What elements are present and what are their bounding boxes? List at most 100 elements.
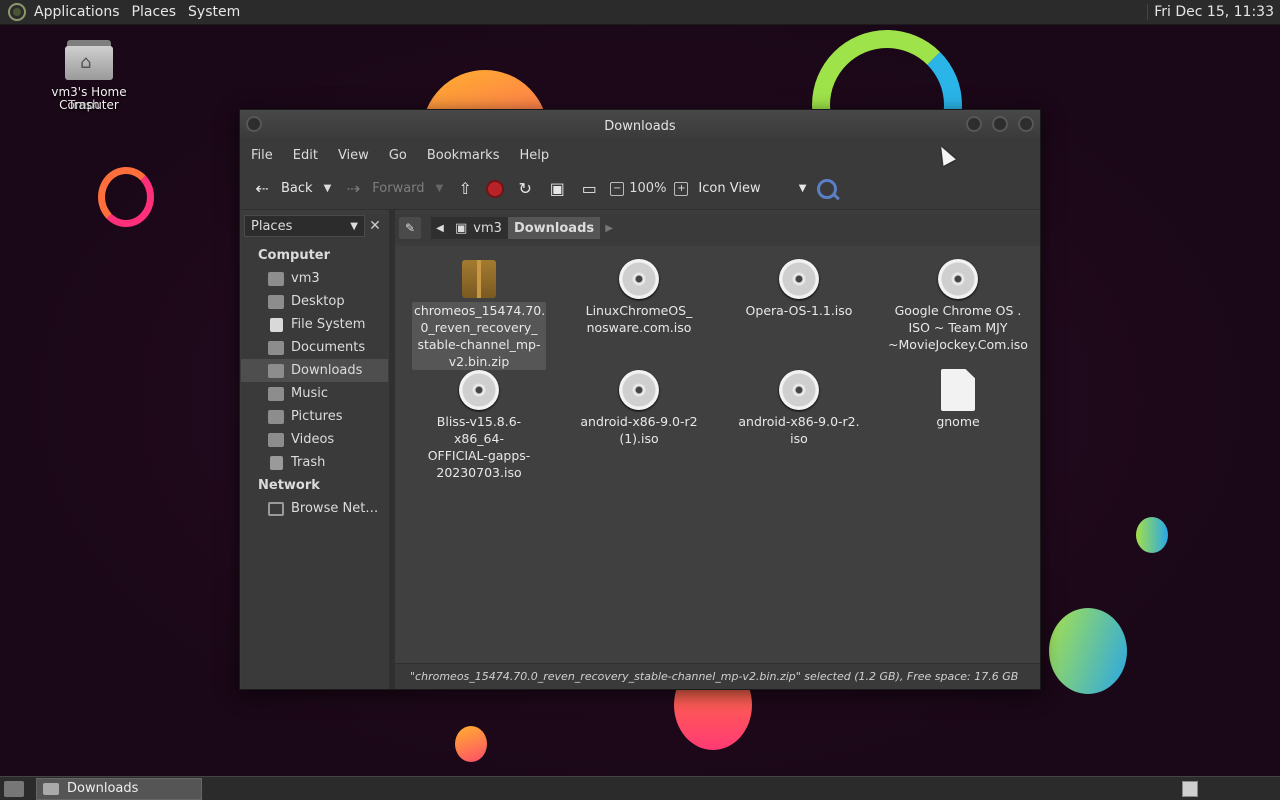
menu-view[interactable]: View xyxy=(331,148,376,163)
window-menu-button[interactable] xyxy=(246,116,262,132)
sidebar-item-videos[interactable]: Videos xyxy=(241,428,388,451)
breadcrumb-downloads[interactable]: Downloads xyxy=(507,217,601,239)
desktop-icon-label: vm3's Home Computer Trash xyxy=(51,85,127,112)
show-desktop-icon[interactable] xyxy=(4,780,24,797)
sidebar-item-file-system[interactable]: File System xyxy=(241,313,388,336)
reload-icon: ↻ xyxy=(518,179,532,198)
menu-file[interactable]: File xyxy=(244,148,280,163)
folder-icon xyxy=(268,363,284,378)
menu-go[interactable]: Go xyxy=(382,148,414,163)
trash-label-overlap: Trash xyxy=(68,98,100,112)
view-mode-select[interactable]: Icon View ▼ xyxy=(693,174,811,204)
system-menu[interactable]: System xyxy=(184,4,248,20)
package-icon xyxy=(462,260,496,298)
menu-help[interactable]: Help xyxy=(512,148,556,163)
sidebar-item-pictures[interactable]: Pictures xyxy=(241,405,388,428)
trash-icon xyxy=(270,455,283,470)
search-icon[interactable] xyxy=(817,178,838,199)
maximize-button[interactable] xyxy=(992,116,1008,132)
path-left-arrow[interactable]: ◀ xyxy=(431,217,449,239)
window-titlebar[interactable]: Downloads xyxy=(240,110,1040,142)
back-button[interactable]: ⇠ Back xyxy=(246,174,318,204)
stop-icon xyxy=(486,179,505,198)
file-name: LinuxChromeOS_ nosware.com.iso xyxy=(585,303,693,335)
stop-button[interactable] xyxy=(481,174,509,204)
file-name: android-x86-9.0-r2. iso xyxy=(738,414,860,446)
status-bar: "chromeos_15474.70.0_reven_recovery_stab… xyxy=(395,663,1040,689)
back-history-dropdown[interactable]: ▼ xyxy=(324,183,332,194)
breadcrumb-vm3[interactable]: ▣ vm3 xyxy=(449,217,508,239)
up-arrow-icon: ⇧ xyxy=(458,179,472,198)
window-body: Places ▼ ✕ Computer vm3 Desktop File Sys… xyxy=(240,210,1040,689)
up-button[interactable]: ⇧ xyxy=(449,174,481,204)
forward-button[interactable]: ⇢ Forward xyxy=(337,174,429,204)
menu-bookmarks[interactable]: Bookmarks xyxy=(420,148,507,163)
sidebar-section-computer: Computer xyxy=(258,248,331,263)
home-folder-icon: ⌂ xyxy=(65,38,113,82)
file-item[interactable]: android-x86-9.0-r2 (1).iso xyxy=(572,363,706,447)
chevron-down-icon: ▼ xyxy=(350,220,358,232)
path-right-arrow[interactable]: ▶ xyxy=(600,217,618,239)
sidebar-item-browse-network[interactable]: Browse Net… xyxy=(241,497,388,520)
disc-icon xyxy=(779,259,819,299)
close-button[interactable] xyxy=(1018,116,1034,132)
sidebar-close-icon[interactable]: ✕ xyxy=(365,215,385,237)
file-item[interactable]: Opera-OS-1.1.iso xyxy=(732,252,866,319)
folder-icon xyxy=(268,386,284,401)
sidebar-item-music[interactable]: Music xyxy=(241,382,388,405)
places-menu[interactable]: Places xyxy=(128,4,185,20)
chevron-down-icon: ▼ xyxy=(798,183,807,194)
file-item[interactable]: android-x86-9.0-r2. iso xyxy=(732,363,866,447)
wallpaper-circle-orange-small xyxy=(455,726,487,762)
computer-button[interactable]: ▭ xyxy=(573,174,605,204)
home-folder-icon xyxy=(268,271,284,286)
file-name: Bliss-v15.8.6-x86_64- OFFICIAL-gapps- 20… xyxy=(427,414,531,480)
forward-history-dropdown[interactable]: ▼ xyxy=(436,183,444,194)
disc-icon xyxy=(459,370,499,410)
clock[interactable]: Fri Dec 15, 11:33 xyxy=(1147,4,1280,20)
sidebar-item-trash[interactable]: Trash xyxy=(241,451,388,474)
wallpaper-circle-green-large xyxy=(1049,608,1127,694)
sidebar-item-downloads[interactable]: Downloads xyxy=(241,359,388,382)
home-folder-icon: ▣ xyxy=(549,179,565,198)
sidebar-item-desktop[interactable]: Desktop xyxy=(241,290,388,313)
home-folder-icon: ▣ xyxy=(455,220,468,236)
sidebar-item-documents[interactable]: Documents xyxy=(241,336,388,359)
home-button[interactable]: ▣ xyxy=(541,174,573,204)
zoom-in-button[interactable]: + xyxy=(674,181,689,196)
file-name: chromeos_15474.70. 0_reven_recovery_ sta… xyxy=(412,302,546,370)
toolbar: ⇠ Back ▼ ⇢ Forward ▼ ⇧ ↻ ▣ ▭ − 100% + Ic… xyxy=(240,168,1040,210)
file-item[interactable]: chromeos_15474.70. 0_reven_recovery_ sta… xyxy=(412,252,546,370)
file-item[interactable]: LinuxChromeOS_ nosware.com.iso xyxy=(572,252,706,336)
menu-edit[interactable]: Edit xyxy=(286,148,325,163)
minimize-button[interactable] xyxy=(966,116,982,132)
sidebar-item-vm3[interactable]: vm3 xyxy=(241,267,388,290)
wallpaper-circle-green-small xyxy=(1136,517,1168,553)
file-item[interactable]: Google Chrome OS . ISO ~ Team MJY ~Movie… xyxy=(885,252,1031,353)
disc-icon xyxy=(619,259,659,299)
file-manager-window: Downloads File Edit View Go Bookmarks He… xyxy=(239,109,1041,690)
document-icon xyxy=(941,369,975,411)
sidebar-mode-select[interactable]: Places ▼ xyxy=(244,215,365,237)
window-title: Downloads xyxy=(604,118,676,134)
file-icon-view[interactable]: chromeos_15474.70. 0_reven_recovery_ sta… xyxy=(395,246,1040,663)
folder-icon xyxy=(268,409,284,424)
path-bar: ✎ ◀ ▣ vm3 Downloads ▶ xyxy=(395,214,1040,242)
folder-icon xyxy=(43,782,59,795)
back-arrow-icon: ⇠ xyxy=(255,179,269,198)
file-item[interactable]: Bliss-v15.8.6-x86_64- OFFICIAL-gapps- 20… xyxy=(412,363,546,481)
applications-menu[interactable]: Applications xyxy=(30,4,128,20)
drive-icon xyxy=(270,317,283,332)
sidebar-section-network: Network xyxy=(258,478,320,493)
zoom-out-button[interactable]: − xyxy=(610,181,625,196)
file-item[interactable]: gnome xyxy=(891,363,1025,430)
reload-button[interactable]: ↻ xyxy=(509,174,541,204)
sidebar: Places ▼ ✕ Computer vm3 Desktop File Sys… xyxy=(241,214,388,689)
zoom-level: 100% xyxy=(629,181,667,196)
workspace-switcher[interactable] xyxy=(1182,780,1198,797)
taskbar-item-downloads[interactable]: Downloads xyxy=(36,777,202,800)
location-edit-icon[interactable]: ✎ xyxy=(399,217,421,239)
computer-icon: ▭ xyxy=(581,179,597,198)
desktop-icon-home[interactable]: ⌂ vm3's Home Computer Trash xyxy=(44,38,134,112)
distro-logo-icon[interactable] xyxy=(8,3,26,21)
